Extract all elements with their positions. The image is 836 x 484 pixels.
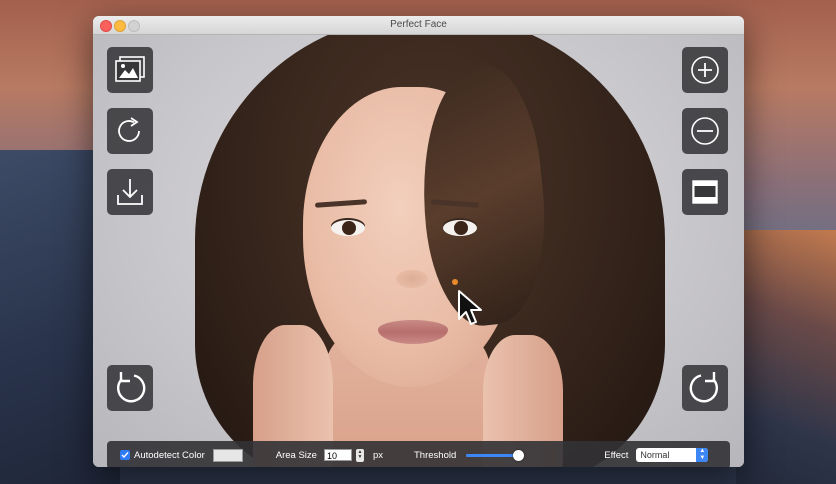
rotate-button[interactable] bbox=[107, 108, 153, 154]
undo-icon bbox=[117, 372, 146, 403]
download-icon bbox=[117, 179, 143, 205]
area-size-stepper[interactable]: ▲ ▼ bbox=[355, 448, 364, 462]
image-icon bbox=[115, 56, 145, 82]
area-size-label: Area Size bbox=[275, 449, 317, 461]
checkmark-icon bbox=[121, 452, 129, 459]
open-image-button[interactable] bbox=[107, 47, 153, 93]
compare-view-button[interactable] bbox=[682, 169, 728, 215]
photo-nose bbox=[396, 270, 428, 288]
redo-button[interactable] bbox=[682, 365, 728, 411]
redo-icon bbox=[689, 372, 718, 403]
split-view-icon bbox=[692, 180, 718, 204]
area-size-unit: px bbox=[372, 449, 383, 461]
retouch-marker-dot bbox=[452, 279, 458, 285]
rotate-icon bbox=[118, 117, 140, 142]
zoom-in-button[interactable] bbox=[682, 47, 728, 93]
effect-select[interactable]: Normal ▲ ▼ bbox=[636, 448, 709, 462]
app-window: Perfect Face Autodetect Color Area Size … bbox=[93, 16, 744, 467]
title-bar: Perfect Face bbox=[93, 16, 744, 35]
zoom-out-icon bbox=[691, 117, 719, 145]
threshold-slider[interactable] bbox=[466, 449, 524, 461]
undo-button[interactable] bbox=[107, 365, 153, 411]
photo-canvas[interactable]: Autodetect Color Area Size 10 ▲ ▼ px Thre… bbox=[93, 35, 744, 467]
effect-select-value: Normal bbox=[640, 450, 670, 460]
zoom-in-icon bbox=[691, 56, 719, 84]
threshold-slider-thumb[interactable] bbox=[512, 449, 524, 461]
color-swatch[interactable] bbox=[212, 448, 243, 462]
chevron-updown-icon: ▲ ▼ bbox=[696, 448, 709, 462]
autodetect-color-label: Autodetect Color bbox=[134, 449, 205, 461]
threshold-label: Threshold bbox=[414, 449, 457, 461]
zoom-out-button[interactable] bbox=[682, 108, 728, 154]
desktop-mountain-right bbox=[736, 230, 836, 484]
photo-eye-right bbox=[443, 220, 477, 236]
area-size-input[interactable]: 10 bbox=[323, 449, 352, 461]
threshold-slider-fill bbox=[466, 453, 518, 457]
autodetect-color-checkbox[interactable] bbox=[120, 450, 130, 460]
effect-label: Effect bbox=[604, 449, 629, 461]
window-title: Perfect Face bbox=[390, 19, 447, 30]
photo-eye-left bbox=[331, 220, 365, 236]
save-button[interactable] bbox=[107, 169, 153, 215]
settings-bar: Autodetect Color Area Size 10 ▲ ▼ px Thre… bbox=[107, 441, 730, 467]
mouse-pointer-icon bbox=[458, 290, 482, 325]
